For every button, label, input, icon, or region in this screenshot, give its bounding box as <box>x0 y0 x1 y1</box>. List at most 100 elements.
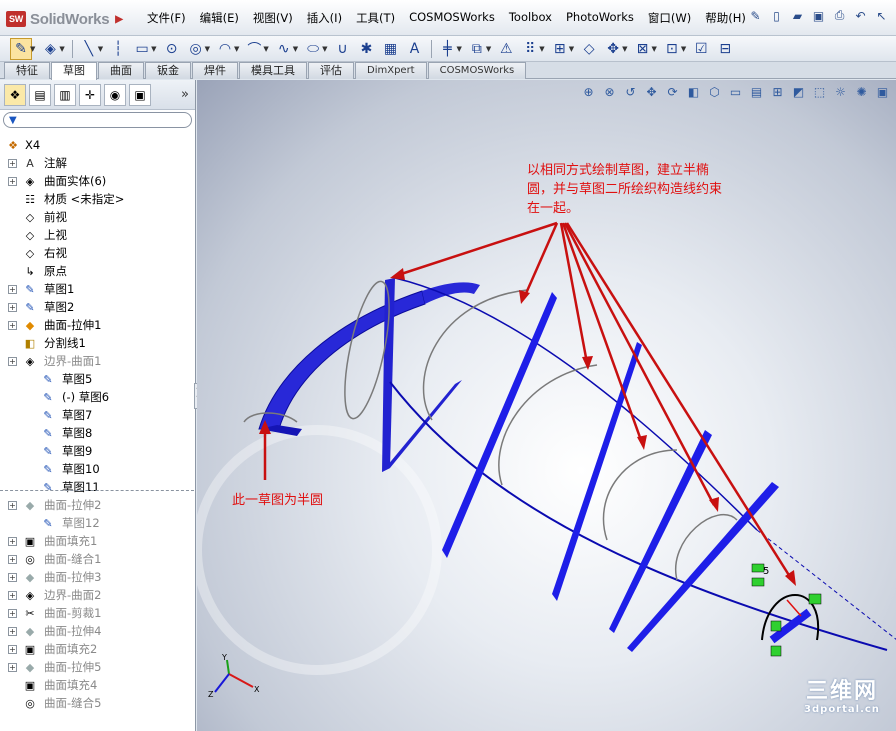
menu-window[interactable]: 窗口(W) <box>641 10 698 26</box>
tree-item[interactable]: ▣ 曲面填充4 <box>0 676 195 694</box>
centerline-icon[interactable]: ┆ <box>107 38 129 60</box>
graphics-area[interactable]: ⊕ ⊗ ↺ ✥ ⟳ ◧ ⬡ ▭ ▤ ⊞ ◩ ⬚ ☼ ✺ ▣ 5 Y X Z 以相… <box>197 80 896 731</box>
tab-sketch[interactable]: 草图 <box>51 62 97 80</box>
chevron-down-icon[interactable]: ▼ <box>30 45 35 53</box>
chevron-down-icon[interactable]: ▼ <box>151 45 156 53</box>
chevron-down-icon[interactable]: ▼ <box>539 45 544 53</box>
tree-item[interactable]: + ◈ 边界-曲面1 <box>0 352 195 370</box>
tree-item[interactable]: ◇ 前视 <box>0 208 195 226</box>
open-folder-icon[interactable]: ▰ <box>788 6 807 25</box>
tab-dimxpert[interactable]: DimXpert <box>355 62 427 79</box>
tree-item[interactable]: + ◆ 曲面-拉伸5 <box>0 658 195 676</box>
rollback-bar[interactable] <box>0 490 194 491</box>
tree-item[interactable]: ✎ 草图12 <box>0 514 195 532</box>
tab-surfaces[interactable]: 曲面 <box>98 62 144 79</box>
ellipse-icon[interactable]: ⬭ <box>302 38 324 60</box>
tree-item[interactable]: ✎ 草图10 <box>0 460 195 478</box>
expand-toggle-icon[interactable]: + <box>8 608 17 618</box>
tree-item[interactable]: + ◆ 曲面-拉伸4 <box>0 622 195 640</box>
mirror-icon[interactable]: ╪ <box>437 38 459 60</box>
save-icon[interactable]: ▣ <box>809 6 828 25</box>
print-icon[interactable]: ⎙ <box>830 6 849 25</box>
tree-item[interactable]: + ◈ 曲面实体(6) <box>0 172 195 190</box>
expand-toggle-icon[interactable]: + <box>8 320 17 330</box>
tab-sheet-metal[interactable]: 钣金 <box>145 62 191 79</box>
tree-item[interactable]: ◧ 分割线1 <box>0 334 195 352</box>
warning-icon[interactable]: ⚠ <box>495 38 517 60</box>
expand-toggle-icon[interactable]: + <box>8 590 17 600</box>
chevron-down-icon[interactable]: ▼ <box>486 45 491 53</box>
move-entities-icon[interactable]: ✥ <box>602 38 624 60</box>
expand-toggle-icon[interactable]: + <box>8 662 17 672</box>
text-icon[interactable]: A <box>404 38 426 60</box>
chevron-down-icon[interactable]: ▼ <box>322 45 327 53</box>
rapid-sketch-icon[interactable]: ⊠ <box>631 38 653 60</box>
tree-item[interactable]: + ▣ 曲面填充2 <box>0 640 195 658</box>
chevron-down-icon[interactable]: ▼ <box>569 45 574 53</box>
tree-item[interactable]: ✎ 草图8 <box>0 424 195 442</box>
line-icon[interactable]: ╲ <box>78 38 100 60</box>
tree-item[interactable]: ✎ 草图9 <box>0 442 195 460</box>
relations-icon[interactable]: ⊞ <box>549 38 571 60</box>
expand-toggle-icon[interactable]: + <box>8 500 17 510</box>
instant-3d-icon[interactable]: ⊡ <box>661 38 683 60</box>
display-manager-tab-icon[interactable]: ◉ <box>104 83 126 106</box>
tree-item[interactable]: ◇ 右视 <box>0 244 195 262</box>
parabola-icon[interactable]: ∪ <box>332 38 354 60</box>
perimeter-circle-icon[interactable]: ◎ <box>185 38 207 60</box>
tree-item[interactable]: + ✎ 草图2 <box>0 298 195 316</box>
dimension-label[interactable]: 5 <box>763 566 769 577</box>
tree-item[interactable]: + ✂ 曲面-剪裁1 <box>0 604 195 622</box>
menu-insert[interactable]: 插入(I) <box>300 10 349 26</box>
menu-view[interactable]: 视图(V) <box>246 10 300 26</box>
menu-cosmosworks[interactable]: COSMOSWorks <box>402 10 502 26</box>
spline-icon[interactable]: ∿ <box>273 38 295 60</box>
tree-item[interactable]: ✎ 草图11 <box>0 478 195 496</box>
more-tabs-icon[interactable]: » <box>181 87 189 102</box>
chevron-down-icon[interactable]: ▼ <box>681 45 686 53</box>
expand-toggle-icon[interactable]: + <box>8 176 17 186</box>
tree-item[interactable]: + ◆ 曲面-拉伸2 <box>0 496 195 514</box>
menu-file[interactable]: 文件(F) <box>140 10 193 26</box>
tree-root[interactable]: ❖ X4 <box>0 136 195 154</box>
edit-sketch-icon[interactable]: ✎ <box>10 37 32 60</box>
new-document-icon[interactable]: ▯ <box>767 6 786 25</box>
tree-item[interactable]: ✎ (-) 草图6 <box>0 388 195 406</box>
chevron-down-icon[interactable]: ▼ <box>234 45 239 53</box>
expand-toggle-icon[interactable]: + <box>8 536 17 546</box>
configuration-manager-tab-icon[interactable]: ▥ <box>54 83 76 106</box>
expand-toggle-icon[interactable]: + <box>8 572 17 582</box>
smart-dimension-icon[interactable]: ◈ <box>39 38 61 60</box>
menu-toolbox[interactable]: Toolbox <box>502 10 559 26</box>
tree-item[interactable]: + ✎ 草图1 <box>0 280 195 298</box>
feature-tree-tab-icon[interactable]: ❖ <box>4 83 26 106</box>
repair-icon[interactable]: ◇ <box>578 38 600 60</box>
tree-item[interactable]: ✎ 草图5 <box>0 370 195 388</box>
tab-features[interactable]: 特征 <box>4 62 50 79</box>
menu-photoworks[interactable]: PhotoWorks <box>559 10 641 26</box>
chevron-down-icon[interactable]: ▼ <box>457 45 462 53</box>
menu-edit[interactable]: 编辑(E) <box>193 10 246 26</box>
sketch-relation-icon[interactable] <box>770 620 782 632</box>
check-sketch-icon[interactable]: ☑ <box>690 38 712 60</box>
tree-item[interactable]: + ▣ 曲面填充1 <box>0 532 195 550</box>
chevron-down-icon[interactable]: ▼ <box>263 45 268 53</box>
tab-mold-tools[interactable]: 模具工具 <box>239 62 307 79</box>
tree-item[interactable]: ✎ 草图7 <box>0 406 195 424</box>
expand-toggle-icon[interactable]: + <box>8 284 17 294</box>
rectangle-icon[interactable]: ▭ <box>131 38 153 60</box>
logo-arrow-icon[interactable]: ▶ <box>115 14 123 25</box>
tree-item[interactable]: ◎ 曲面-缝合5 <box>0 694 195 712</box>
chevron-down-icon[interactable]: ▼ <box>293 45 298 53</box>
property-manager-tab-icon[interactable]: ▤ <box>29 83 51 106</box>
tree-item[interactable]: + A 注解 <box>0 154 195 172</box>
circle-icon[interactable]: ⊙ <box>161 38 183 60</box>
chevron-down-icon[interactable]: ▼ <box>98 45 103 53</box>
tree-item[interactable]: + ◎ 曲面-缝合1 <box>0 550 195 568</box>
menu-help[interactable]: 帮助(H) <box>698 10 753 26</box>
expand-toggle-icon[interactable]: + <box>8 626 17 636</box>
arc-icon[interactable]: ◠ <box>214 38 236 60</box>
undo-icon[interactable]: ↶ <box>851 6 870 25</box>
tab-evaluate[interactable]: 评估 <box>308 62 354 79</box>
sketch-relation-icon[interactable] <box>770 645 782 657</box>
